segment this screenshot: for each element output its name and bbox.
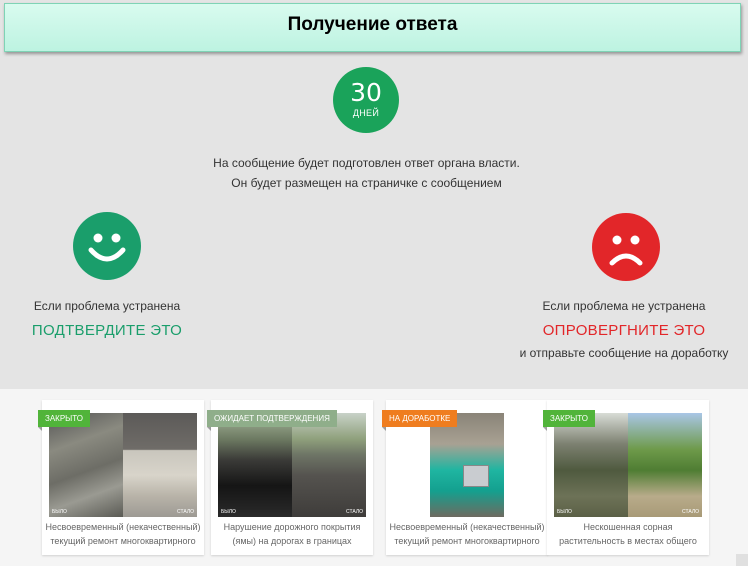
- reject-block: Если проблема не устранена ОПРОВЕРГНИТЕ …: [510, 296, 738, 360]
- frown-icon: [592, 213, 660, 281]
- card-caption: Несвоевременный (некачественный) текущий…: [389, 522, 545, 552]
- issue-photo: [393, 413, 541, 517]
- cards-strip: ЗАКРЫТО БЫЛО СТАЛО Несвоевременный (нека…: [0, 389, 748, 566]
- issue-card[interactable]: ЗАКРЫТО БЫЛО СТАЛО Нескошенная сорная ра…: [543, 400, 709, 555]
- status-badge: ЗАКРЫТО: [38, 410, 90, 431]
- before-after-photo: БЫЛО СТАЛО: [218, 413, 366, 517]
- page-header: Получение ответа: [4, 3, 741, 52]
- card-caption: Нескошенная сорная растительность в мест…: [559, 522, 697, 552]
- days-number: 30: [350, 78, 382, 107]
- issue-card[interactable]: ЗАКРЫТО БЫЛО СТАЛО Несвоевременный (нека…: [38, 400, 204, 555]
- reject-action[interactable]: ОПРОВЕРГНИТЕ ЭТО: [510, 322, 738, 339]
- before-label: БЫЛО: [52, 509, 67, 515]
- reject-note: и отправьте сообщение на доработку: [519, 346, 729, 360]
- confirm-condition: Если проблема устранена: [33, 299, 181, 313]
- before-after-photo: БЫЛО СТАЛО: [49, 413, 197, 517]
- before-label: БЫЛО: [557, 509, 572, 515]
- after-label: СТАЛО: [346, 509, 363, 515]
- after-label: СТАЛО: [177, 509, 194, 515]
- status-badge: ОЖИДАЕТ ПОДТВЕРЖДЕНИЯ: [207, 410, 337, 431]
- status-badge: ЗАКРЫТО: [543, 410, 595, 431]
- before-label: БЫЛО: [221, 509, 236, 515]
- card-caption: Нарушение дорожного покрытия (ямы) на до…: [223, 522, 361, 546]
- after-label: СТАЛО: [682, 509, 699, 515]
- days-counter: 30 ДНЕЙ: [333, 67, 399, 133]
- days-unit: ДНЕЙ: [352, 108, 380, 118]
- issue-card[interactable]: ОЖИДАЕТ ПОДТВЕРЖДЕНИЯ БЫЛО СТАЛО Нарушен…: [207, 400, 373, 555]
- smile-icon: [73, 212, 141, 280]
- corner-fold: [736, 554, 748, 566]
- info-line-2: Он будет размещен на страничке с сообщен…: [231, 176, 502, 190]
- confirm-block: Если проблема устранена ПОДТВЕРДИТЕ ЭТО: [0, 296, 214, 339]
- info-text: На сообщение будет подготовлен ответ орг…: [0, 153, 733, 193]
- reject-condition: Если проблема не устранена: [542, 299, 706, 313]
- issue-card[interactable]: НА ДОРАБОТКЕ Несвоевременный (некачестве…: [382, 400, 548, 555]
- before-after-photo: БЫЛО СТАЛО: [554, 413, 702, 517]
- status-badge: НА ДОРАБОТКЕ: [382, 410, 458, 431]
- confirm-action[interactable]: ПОДТВЕРДИТЕ ЭТО: [0, 322, 214, 339]
- page-title: Получение ответа: [287, 14, 458, 35]
- info-line-1: На сообщение будет подготовлен ответ орг…: [213, 156, 520, 170]
- card-caption: Несвоевременный (некачественный) текущий…: [45, 522, 201, 552]
